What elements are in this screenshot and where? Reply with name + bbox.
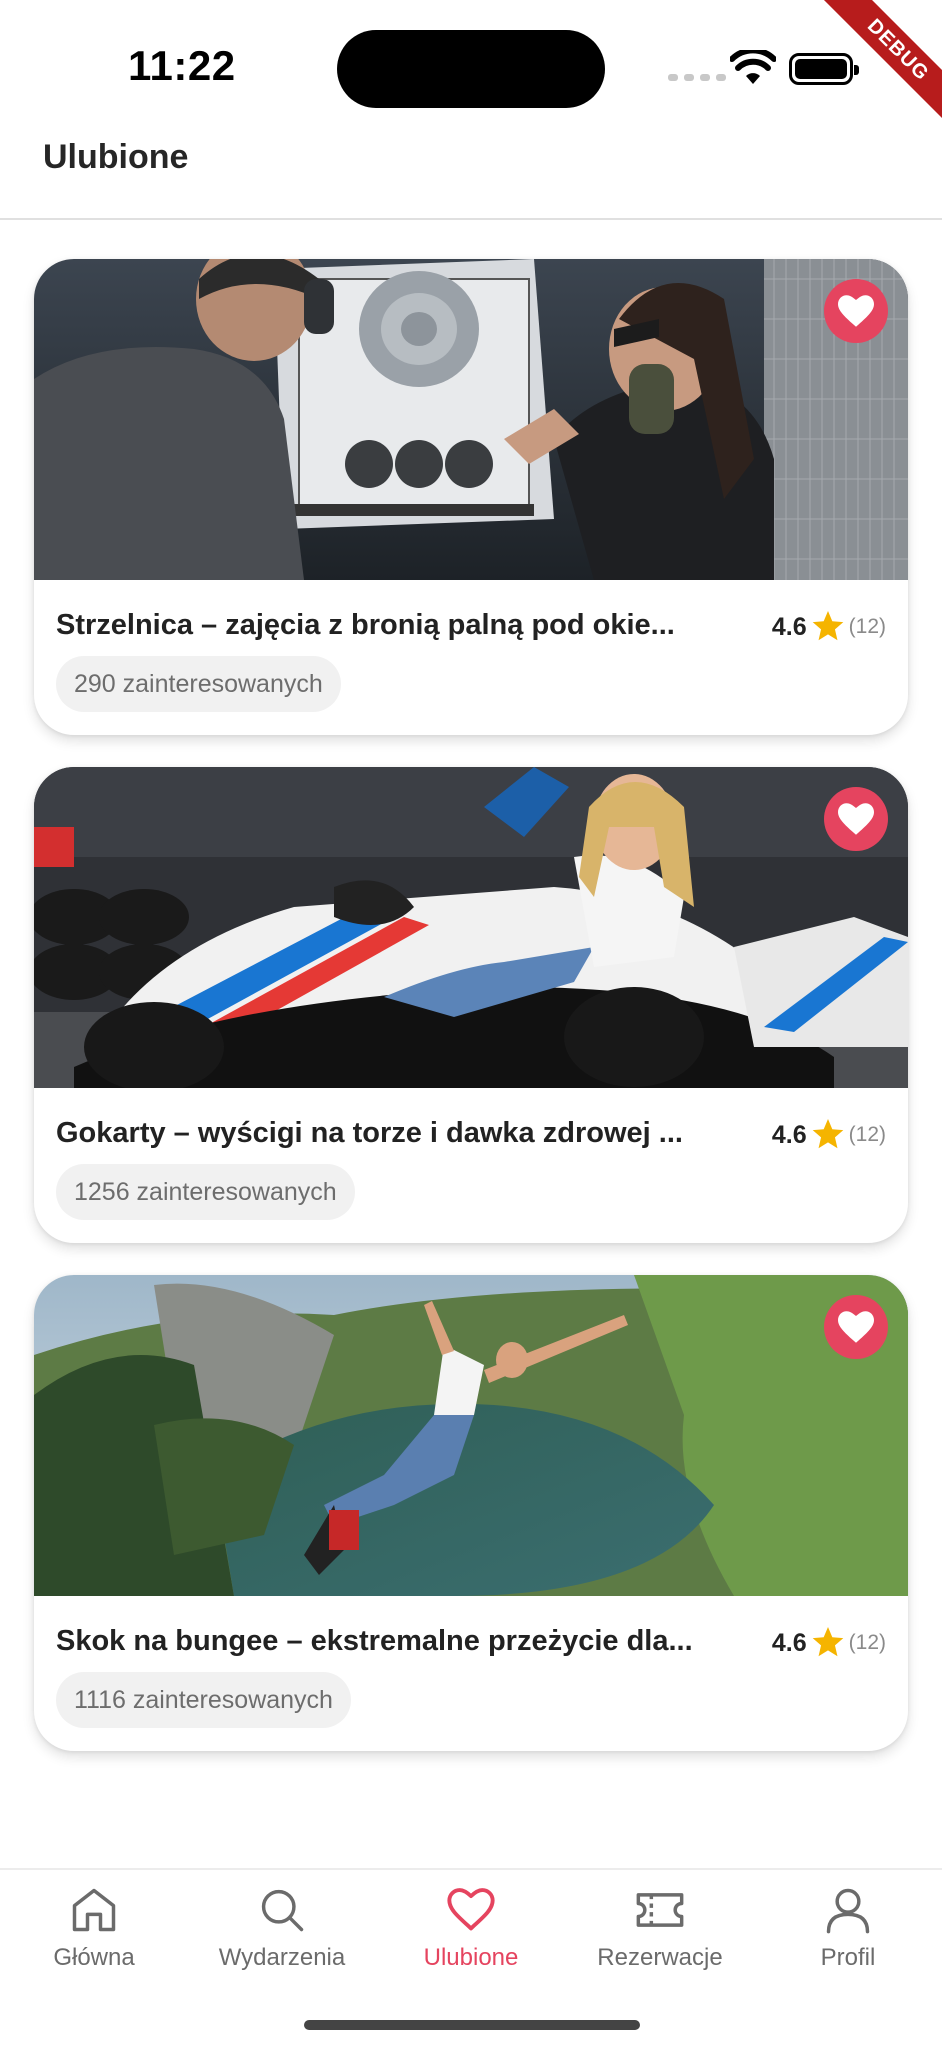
rating-value: 4.6 (771, 1628, 807, 1657)
rating-value: 4.6 (771, 1120, 807, 1149)
interested-count-chip: 1116 zainteresowanych (56, 1672, 351, 1728)
nav-item-favorites[interactable]: Ulubione (391, 1884, 551, 1972)
heart-filled-icon (838, 1311, 874, 1343)
rating: 4.6 (12) (772, 1627, 886, 1659)
event-title[interactable]: Strzelnica – zajęcia z bronią palną pod … (56, 609, 736, 642)
heart-filled-icon (838, 295, 874, 327)
nav-label: Profil (820, 1944, 876, 1971)
nav-item-profile[interactable]: Profil (768, 1884, 928, 1972)
rating: 4.6 (12) (772, 611, 886, 643)
event-card-bungee[interactable]: Skok na bungee – ekstremalne przeżycie d… (34, 1275, 908, 1751)
nav-label: Główna (53, 1944, 135, 1971)
star-icon (812, 1119, 843, 1149)
user-icon (826, 1888, 870, 1934)
nav-item-reservations[interactable]: Rezerwacje (580, 1884, 740, 1972)
debug-banner: DEBUG (802, 0, 942, 140)
nav-label: Rezerwacje (597, 1944, 723, 1971)
event-title[interactable]: Gokarty – wyścigi na torze i dawka zdrow… (56, 1117, 736, 1150)
home-icon (72, 1888, 116, 1932)
review-count: (12) (848, 1123, 886, 1146)
favorite-button[interactable] (824, 787, 888, 851)
heart-icon (447, 1888, 495, 1931)
go-kart-photo (34, 767, 908, 1088)
nav-label: Wydarzenia (218, 1944, 346, 1971)
app-bar: Ulubione (0, 120, 942, 220)
star-icon (812, 611, 843, 641)
interested-count-chip: 290 zainteresowanych (56, 656, 341, 712)
search-icon (261, 1889, 304, 1932)
nav-item-events[interactable]: Wydarzenia (202, 1884, 362, 1972)
rating: 4.6 (12) (772, 1119, 886, 1151)
review-count: (12) (848, 1631, 886, 1654)
review-count: (12) (848, 615, 886, 638)
home-indicator (304, 2020, 640, 2030)
star-icon (812, 1627, 843, 1657)
dynamic-island (337, 30, 605, 108)
favorite-button[interactable] (824, 1295, 888, 1359)
favorite-button[interactable] (824, 279, 888, 343)
status-time: 11:22 (128, 42, 236, 89)
heart-filled-icon (838, 803, 874, 835)
status-bar: 11:22 (0, 0, 942, 120)
event-card-go-karts[interactable]: Gokarty – wyścigi na torze i dawka zdrow… (34, 767, 908, 1243)
cellular-signal-icon (668, 74, 726, 81)
page-title: Ulubione (43, 138, 189, 176)
nav-item-home[interactable]: Główna (14, 1884, 174, 1972)
rating-value: 4.6 (771, 612, 807, 641)
event-card-shooting-range[interactable]: Strzelnica – zajęcia z bronią palną pod … (34, 259, 908, 735)
ticket-icon (636, 1893, 684, 1927)
interested-count-chip: 1256 zainteresowanych (56, 1164, 355, 1220)
wifi-icon (730, 50, 776, 84)
event-title[interactable]: Skok na bungee – ekstremalne przeżycie d… (56, 1625, 736, 1658)
bungee-jump-photo (34, 1275, 908, 1596)
shooting-range-photo (34, 259, 908, 580)
nav-label: Ulubione (423, 1944, 519, 1971)
